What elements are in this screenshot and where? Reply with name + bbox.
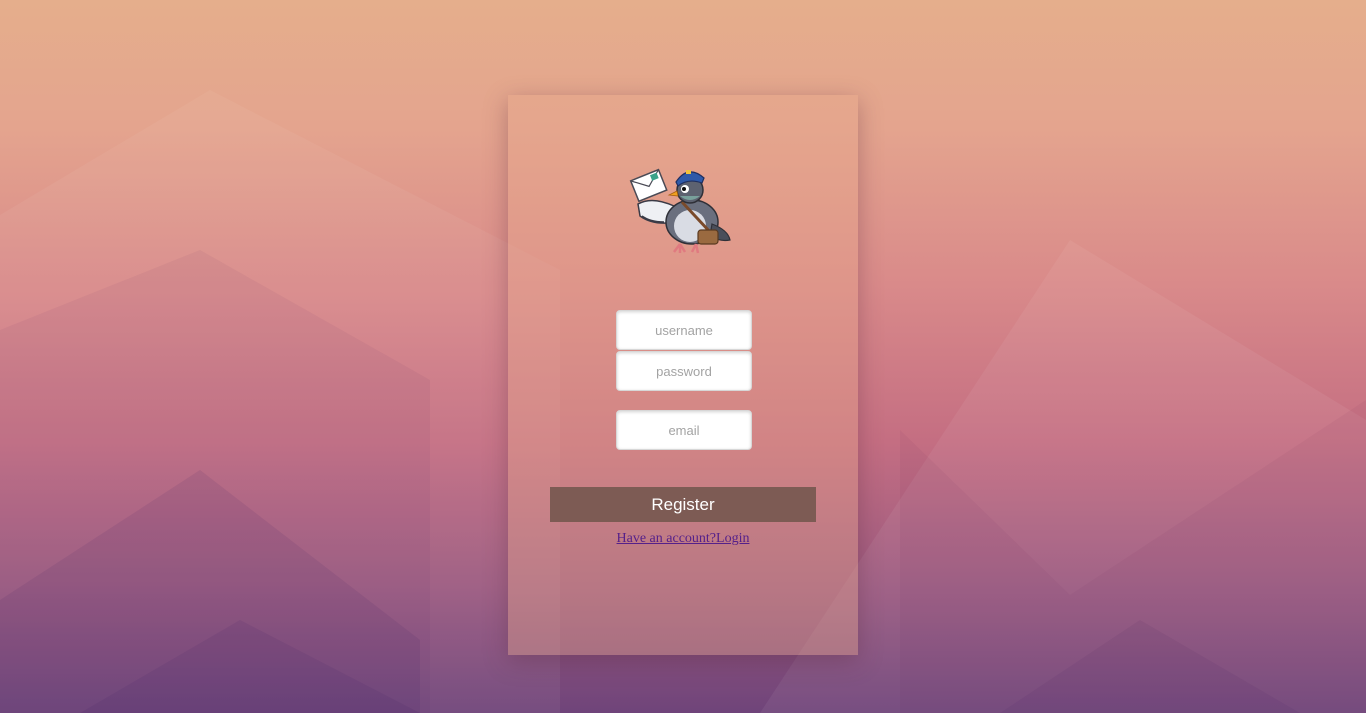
email-input[interactable] (616, 410, 752, 450)
username-input[interactable] (616, 310, 752, 350)
register-button[interactable]: Register (550, 487, 816, 522)
pigeon-mail-carrier-icon (629, 168, 731, 254)
password-input[interactable] (616, 351, 752, 391)
login-link[interactable]: Have an account?Login (550, 531, 816, 547)
